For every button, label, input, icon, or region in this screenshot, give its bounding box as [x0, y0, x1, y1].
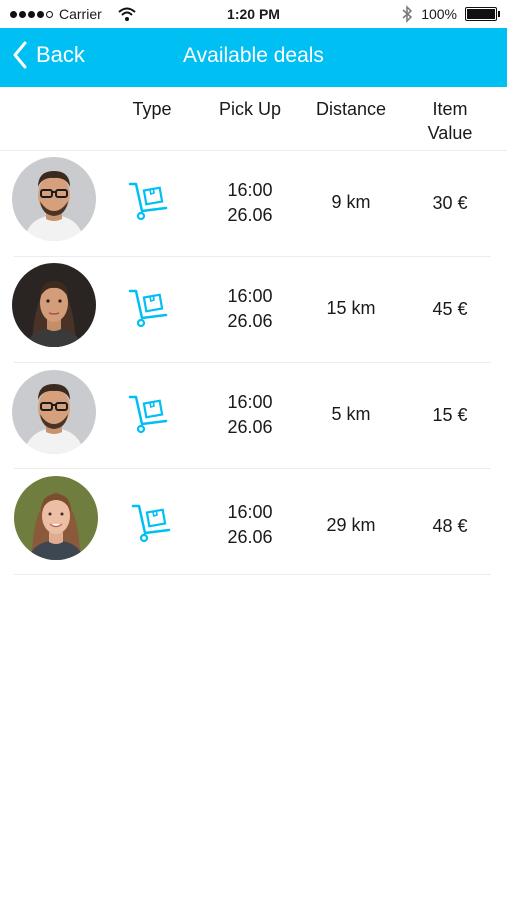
cart-icon: [128, 395, 168, 434]
column-header-item-value-line2: Value: [427, 123, 473, 143]
item-value-cell: 48 €: [432, 516, 468, 536]
pickup-cell: 16:00 26.06: [205, 284, 295, 334]
distance-cell: 5 km: [331, 404, 371, 424]
deal-row[interactable]: 16:00 26.06 9 km 30 €: [0, 151, 507, 257]
deal-row[interactable]: 16:00 26.06 15 km 45 €: [0, 257, 507, 363]
pickup-date: 26.06: [227, 205, 273, 225]
distance-cell: 15 km: [326, 298, 376, 318]
pickup-date: 26.06: [227, 417, 273, 437]
column-header-item-value: Item Value: [408, 97, 492, 145]
pickup-cell: 16:00 26.06: [205, 390, 295, 440]
column-header-distance: Distance: [315, 99, 387, 119]
pickup-time: 16:00: [227, 286, 273, 306]
avatar: [12, 263, 96, 347]
avatar: [12, 157, 96, 241]
pickup-time: 16:00: [227, 392, 273, 412]
distance-cell: 9 km: [331, 192, 371, 212]
cart-icon: [128, 289, 168, 328]
back-button[interactable]: Back: [12, 41, 85, 69]
item-value-cell: 45 €: [432, 299, 468, 319]
item-value-cell: 30 €: [432, 193, 468, 213]
distance-cell: 29 km: [326, 515, 376, 535]
deal-row[interactable]: 16:00 26.06 5 km 15 €: [0, 363, 507, 469]
item-value-cell: 15 €: [432, 405, 468, 425]
column-header-type: Type: [132, 99, 172, 119]
row-divider: [14, 574, 491, 575]
pickup-date: 26.06: [227, 311, 273, 331]
battery-icon: [465, 7, 500, 21]
nav-bar: Back Available deals: [0, 28, 507, 87]
column-header-item-value-line1: Item: [432, 99, 468, 119]
status-bar: Carrier 1:20 PM 100%: [0, 0, 507, 28]
cart-icon: [131, 504, 171, 543]
pickup-cell: 16:00 26.06: [205, 500, 295, 550]
chevron-left-icon: [13, 41, 27, 69]
pickup-time: 16:00: [227, 502, 273, 522]
avatar: [14, 476, 98, 560]
back-label: Back: [36, 42, 85, 67]
status-right: 100%: [401, 5, 500, 23]
pickup-time: 16:00: [227, 180, 273, 200]
battery-percent: 100%: [421, 6, 457, 22]
table-header: Type Pick Up Distance Item Value: [0, 87, 507, 151]
column-header-pickup: Pick Up: [218, 99, 281, 119]
deal-row[interactable]: 16:00 26.06 29 km 48 €: [0, 469, 507, 575]
avatar: [12, 370, 96, 454]
pickup-date: 26.06: [227, 527, 273, 547]
pickup-cell: 16:00 26.06: [205, 178, 295, 228]
bluetooth-icon: [402, 5, 413, 23]
cart-icon: [128, 182, 168, 221]
